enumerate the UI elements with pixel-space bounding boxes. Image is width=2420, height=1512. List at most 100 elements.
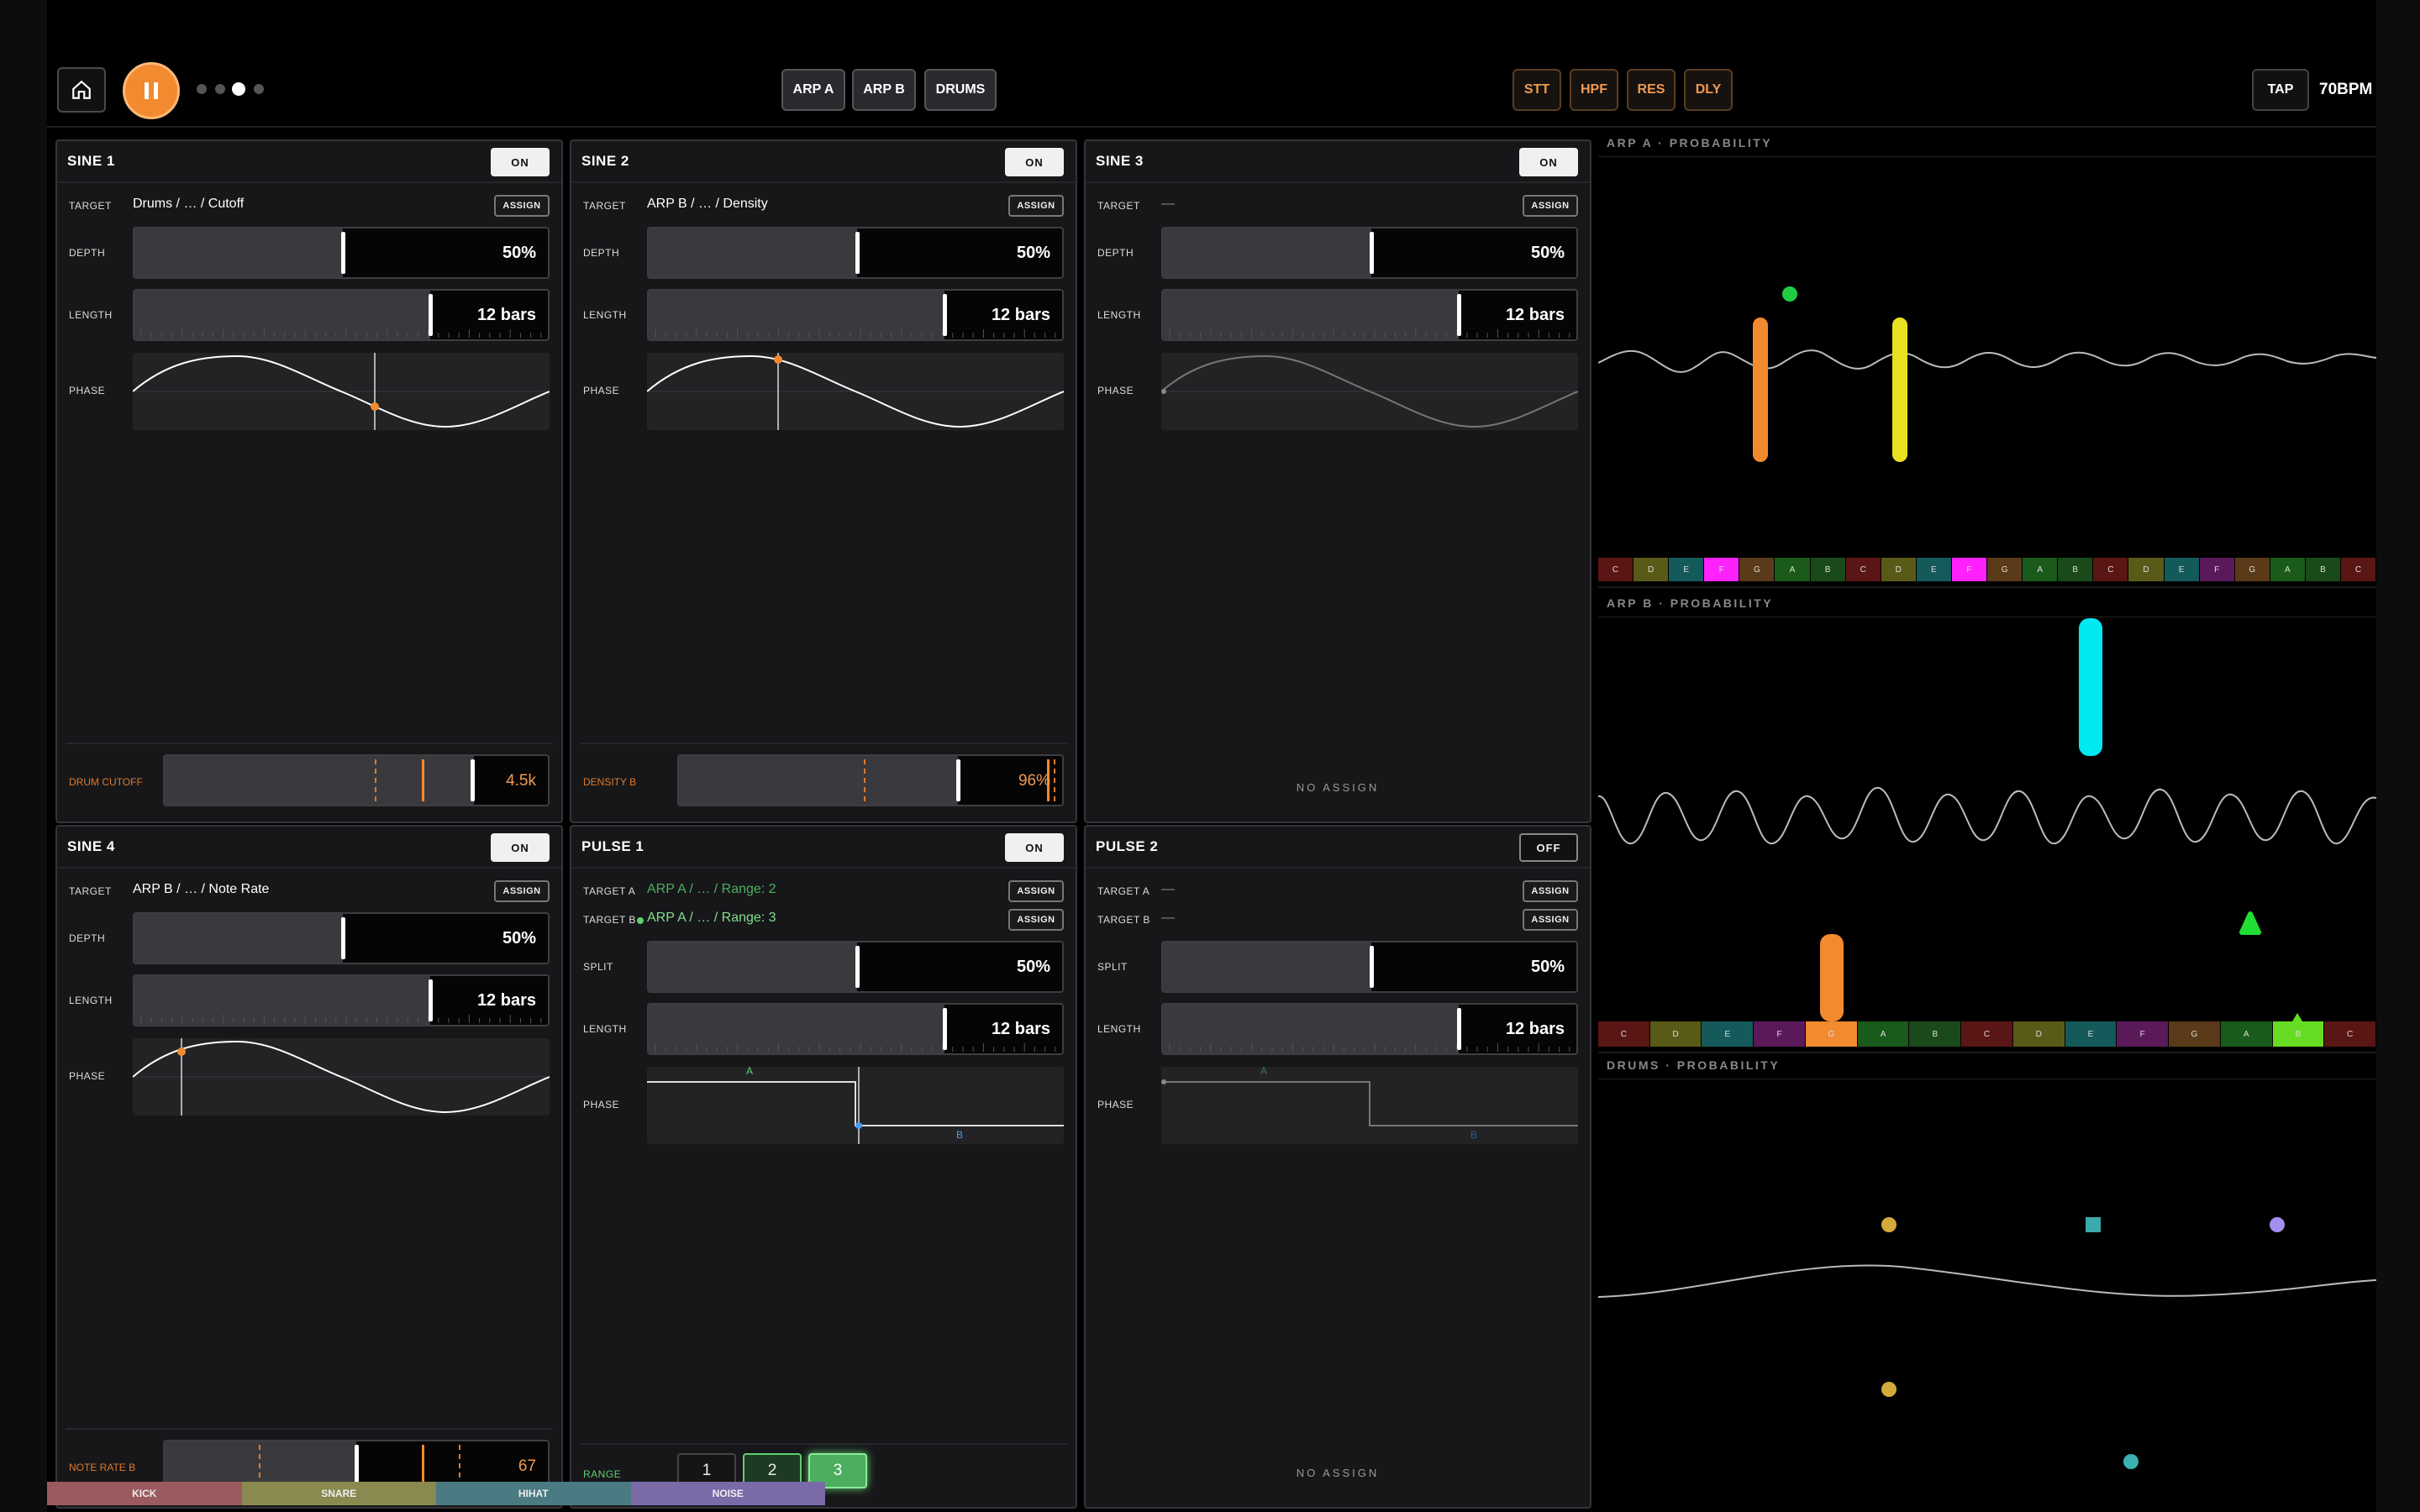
- length-value: 12 bars: [991, 1020, 1050, 1038]
- length-value: 12 bars: [991, 306, 1050, 324]
- panel-header: PULSE 1 ON: [571, 827, 1076, 869]
- lfo-panel-sine-1: SINE 1 ON TARGET Drums / … / Cutoff ASSI…: [55, 139, 563, 823]
- slider-handle[interactable]: [429, 294, 433, 336]
- arp-b-note-key: E: [1702, 1021, 1754, 1047]
- target-a-value: ARP A / … / Range: 2: [647, 882, 776, 896]
- slider-handle[interactable]: [855, 946, 860, 988]
- slider-handle[interactable]: [355, 1445, 359, 1487]
- length-slider[interactable]: 12 bars: [1161, 289, 1578, 341]
- arp-a-note-key: E: [1669, 558, 1705, 581]
- phase-display: [133, 1038, 550, 1116]
- assign-button-b[interactable]: ASSIGN: [1523, 909, 1578, 931]
- split-slider[interactable]: 50%: [647, 941, 1064, 993]
- track-button-drums[interactable]: DRUMS: [924, 69, 997, 111]
- fx-button-hpf[interactable]: HPF: [1570, 69, 1618, 111]
- panel-title: PULSE 1: [581, 838, 644, 854]
- slider-handle[interactable]: [429, 979, 433, 1021]
- length-slider[interactable]: 12 bars: [1161, 1003, 1578, 1055]
- assign-button[interactable]: ASSIGN: [1523, 195, 1578, 217]
- length-value: 12 bars: [476, 991, 536, 1010]
- arp-b-note-key: E: [2065, 1021, 2118, 1047]
- arp-b-note-key: B: [2272, 1021, 2325, 1047]
- drum-lane-hihat: HIHAT: [436, 1482, 631, 1505]
- slider-handle[interactable]: [956, 759, 960, 801]
- page-dot-3[interactable]: [232, 82, 245, 96]
- tap-tempo-button[interactable]: TAP: [2252, 69, 2309, 111]
- arp-b-note-key: G: [1805, 1021, 1858, 1047]
- target-value: ARP B / … / Density: [647, 197, 768, 211]
- slider-handle[interactable]: [1457, 1008, 1461, 1050]
- panel-toggle[interactable]: ON: [1519, 148, 1578, 176]
- phase-label: PHASE: [583, 1099, 620, 1110]
- assign-button[interactable]: ASSIGN: [1008, 195, 1064, 217]
- target-b-label: TARGET B: [1097, 914, 1150, 926]
- panel-toggle[interactable]: OFF: [1519, 833, 1578, 862]
- panel-toggle[interactable]: ON: [491, 148, 550, 176]
- split-slider[interactable]: 50%: [1161, 941, 1578, 993]
- length-slider[interactable]: 12 bars: [647, 1003, 1064, 1055]
- mod-target-slider[interactable]: 4.5k: [163, 754, 550, 806]
- length-label: LENGTH: [583, 309, 627, 321]
- mod-target-slider[interactable]: 96%: [677, 754, 1064, 806]
- arp-b-note-key: F: [2117, 1021, 2170, 1047]
- panel-header: SINE 3 ON: [1086, 141, 1590, 183]
- arp-a-note-key: E: [1916, 558, 1952, 581]
- assign-button-a[interactable]: ASSIGN: [1523, 880, 1578, 902]
- panel-toggle[interactable]: ON: [1005, 833, 1064, 862]
- assign-button[interactable]: ASSIGN: [494, 195, 550, 217]
- slider-handle[interactable]: [943, 1008, 947, 1050]
- depth-value: 50%: [1530, 244, 1565, 262]
- page-dot-1[interactable]: [197, 84, 207, 94]
- length-slider[interactable]: 12 bars: [133, 289, 550, 341]
- slider-handle[interactable]: [471, 759, 475, 801]
- assign-button-b[interactable]: ASSIGN: [1008, 909, 1064, 931]
- pulse-waveform: [647, 1067, 1064, 1144]
- length-slider[interactable]: 12 bars: [133, 974, 550, 1026]
- arp-a-note-key: E: [2164, 558, 2200, 581]
- slider-handle[interactable]: [943, 294, 947, 336]
- depth-slider[interactable]: 50%: [647, 227, 1064, 279]
- target-b-value: —: [1161, 911, 1175, 925]
- depth-label: DEPTH: [583, 247, 620, 259]
- panel-title: SINE 2: [581, 153, 629, 169]
- arp-b-note-key: D: [1649, 1021, 1702, 1047]
- app-root: ARP A ARP B DRUMS STT HPF RES DLY TAP 70…: [47, 0, 2377, 1512]
- track-button-arp-a[interactable]: ARP A: [781, 69, 845, 111]
- panel-header: SINE 4 ON: [57, 827, 561, 869]
- target-b-label: TARGET B: [583, 914, 636, 926]
- target-a-value: —: [1161, 882, 1175, 896]
- slider-handle[interactable]: [341, 232, 345, 274]
- panel-title: PULSE 2: [1096, 838, 1159, 854]
- depth-slider[interactable]: 50%: [133, 912, 550, 964]
- panel-toggle[interactable]: ON: [1005, 148, 1064, 176]
- assign-button-a[interactable]: ASSIGN: [1008, 880, 1064, 902]
- track-button-arp-b[interactable]: ARP B: [852, 69, 916, 111]
- mod-target-label: DRUM CUTOFF: [69, 776, 143, 788]
- panel-toggle[interactable]: ON: [491, 833, 550, 862]
- fx-button-dly[interactable]: DLY: [1684, 69, 1733, 111]
- play-pause-button[interactable]: [123, 62, 180, 119]
- fx-button-res[interactable]: RES: [1627, 69, 1676, 111]
- slider-handle[interactable]: [341, 917, 345, 959]
- depth-slider[interactable]: 50%: [133, 227, 550, 279]
- mod-target-label: NOTE RATE B: [69, 1462, 136, 1473]
- panel-header: SINE 1 ON: [57, 141, 561, 183]
- slider-handle[interactable]: [1370, 232, 1374, 274]
- phase-waveform: [133, 1038, 550, 1116]
- depth-value: 50%: [1016, 244, 1050, 262]
- depth-slider[interactable]: 50%: [1161, 227, 1578, 279]
- phase-display: A B: [1161, 1067, 1578, 1144]
- fx-button-stt[interactable]: STT: [1512, 69, 1561, 111]
- depth-value: 50%: [502, 929, 536, 948]
- length-slider[interactable]: 12 bars: [647, 289, 1064, 341]
- home-button[interactable]: [57, 67, 106, 113]
- slider-handle[interactable]: [1457, 294, 1461, 336]
- arp-a-note-key: F: [2199, 558, 2235, 581]
- page-dot-2[interactable]: [215, 84, 225, 94]
- page-dot-4[interactable]: [254, 84, 264, 94]
- slider-handle[interactable]: [1370, 946, 1374, 988]
- arp-a-note-key: G: [1987, 558, 2023, 581]
- assign-button[interactable]: ASSIGN: [494, 880, 550, 902]
- slider-handle[interactable]: [855, 232, 860, 274]
- arp-a-note-key: D: [2128, 558, 2165, 581]
